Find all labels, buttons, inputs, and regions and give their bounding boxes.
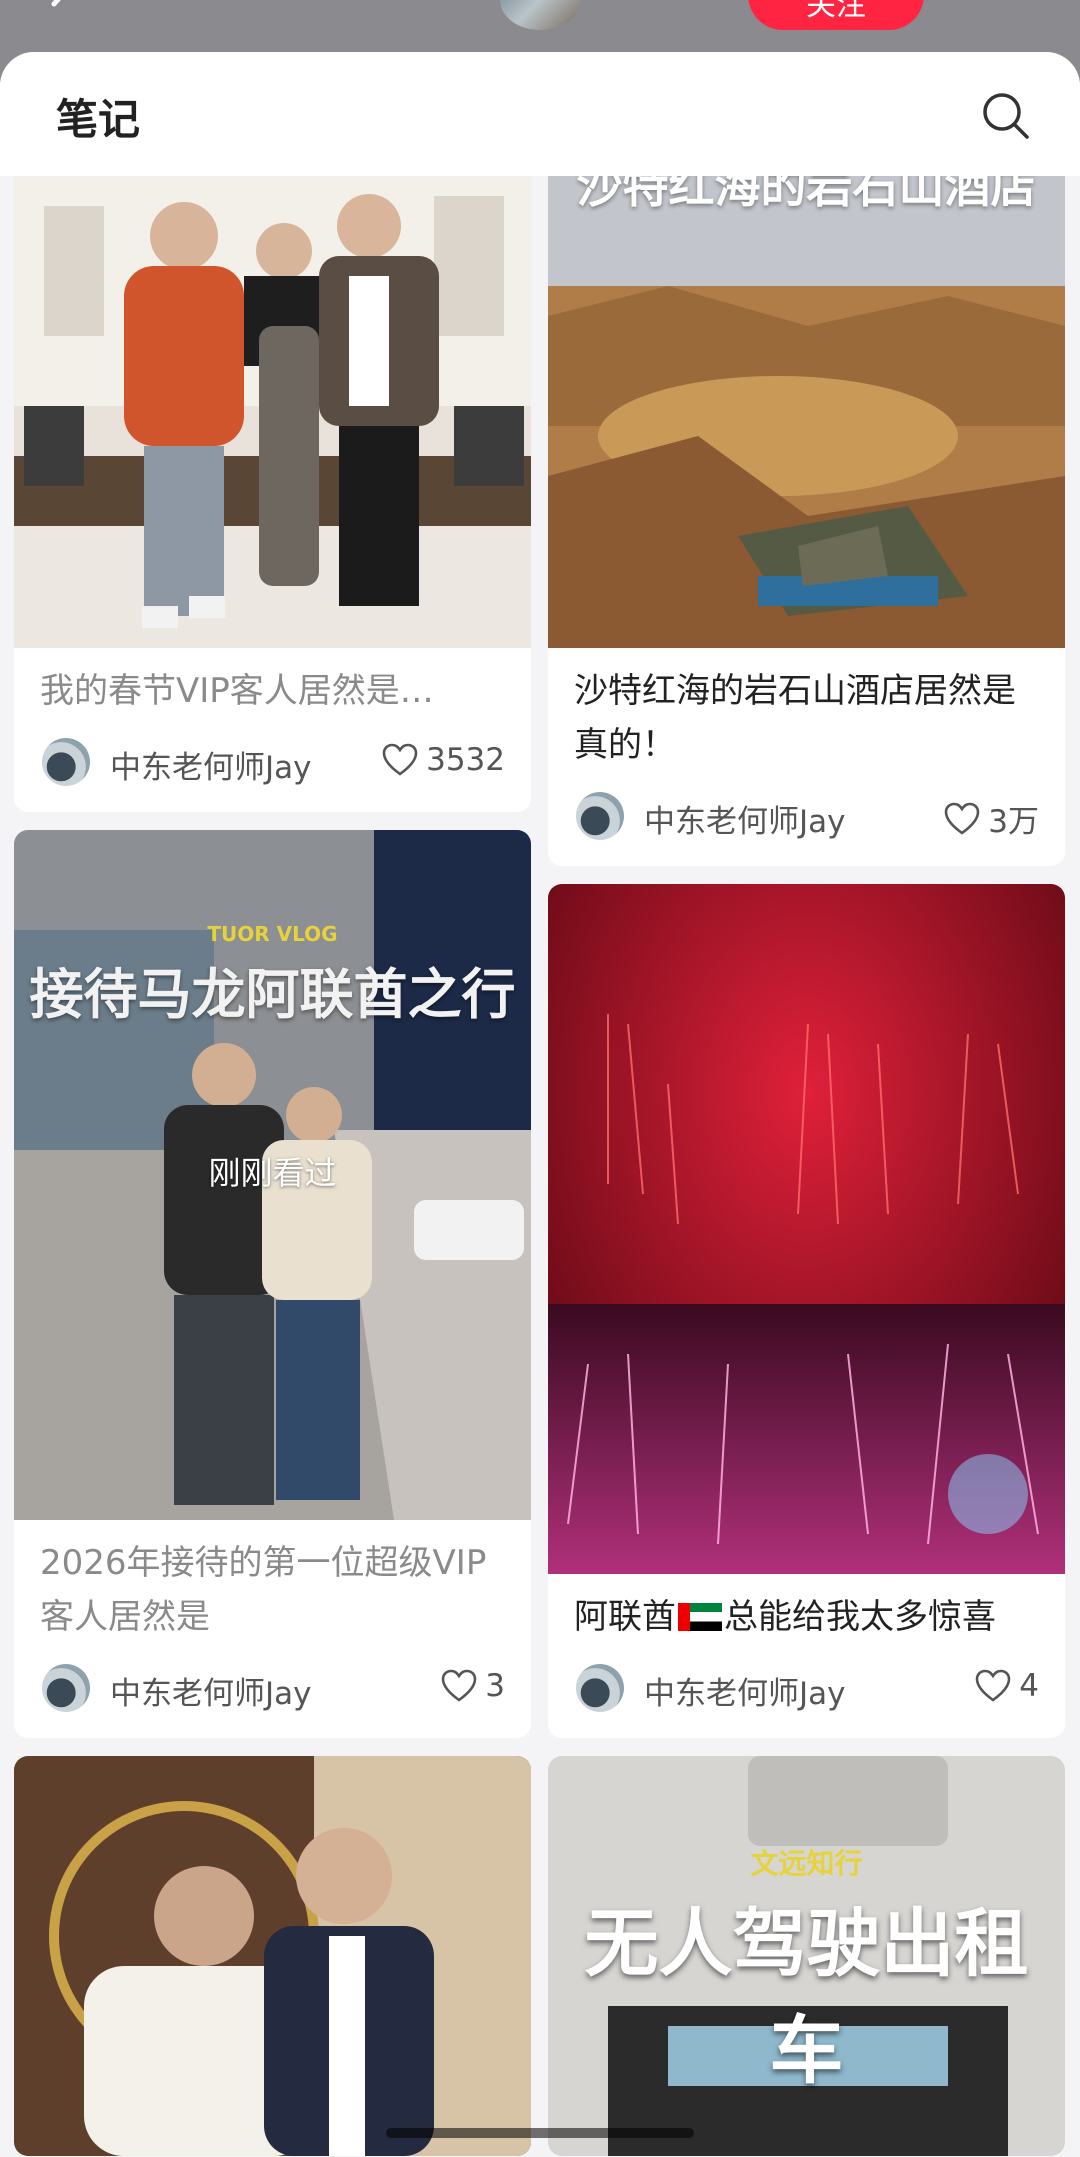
cover-text: 无人驾驶出租车 — [584, 1901, 1029, 2094]
note-title: 我的春节VIP客人居然是… — [40, 671, 434, 711]
notes-sheet: 笔记 我的春节VIP客人居然是… 中东老何师Jay 3532 TUOR VLOG… — [0, 52, 1080, 2157]
feed-column-left: 我的春节VIP客人居然是… 中东老何师Jay 3532 TUOR VLOG 接待… — [14, 176, 531, 2157]
uae-flag-icon — [678, 1603, 722, 1631]
cover-subtext: 文远知行 — [750, 1847, 863, 1880]
note-cover-image: 文远知行 无人驾驶出租车 — [548, 1756, 1065, 2156]
home-indicator[interactable] — [386, 2128, 694, 2138]
note-title: 2026年接待的第一位超级VIP客人居然是 — [40, 1543, 487, 1637]
photo-three-people-lobby — [14, 176, 531, 648]
photo-two-men-posing — [14, 1756, 531, 2156]
heart-icon — [944, 802, 980, 835]
author-name[interactable]: 中东老何师Jay — [644, 1668, 845, 1713]
cover-text: 沙特红海的岩石山酒店 — [576, 176, 1037, 213]
author-name[interactable]: 中东老何师Jay — [110, 742, 311, 787]
author-avatar[interactable] — [576, 1664, 624, 1712]
follow-button[interactable]: 关注 — [748, 0, 924, 30]
photo-rock-hotel — [548, 176, 1065, 648]
note-cover-image: TUOR VLOG 接待马龙阿联酋之行 刚刚看过 — [14, 830, 531, 1520]
heart-icon — [382, 743, 418, 776]
like-count: 3万 — [988, 804, 1039, 840]
like-button[interactable]: 3 — [441, 1668, 505, 1704]
note-card[interactable] — [14, 1756, 531, 2156]
author-avatar[interactable] — [42, 1664, 90, 1712]
note-meta: 中东老何师Jay 3 — [14, 1644, 531, 1738]
author-name[interactable]: 中东老何师Jay — [644, 796, 845, 841]
note-card[interactable]: 文远知行 无人驾驶出租车 — [548, 1756, 1065, 2156]
note-cover-image — [548, 884, 1065, 1574]
note-title: 沙特红海的岩石山酒店居然是真的！ — [574, 671, 1016, 765]
heart-icon — [441, 1669, 477, 1702]
note-title: 阿联酋 总能给我太多惊喜 — [574, 1597, 996, 1637]
cover-text: 接待马龙阿联酋之行 — [29, 963, 516, 1026]
sheet-title: 笔记 — [56, 95, 141, 144]
profile-avatar[interactable] — [500, 0, 580, 30]
like-button[interactable]: 4 — [975, 1668, 1039, 1704]
search-icon[interactable] — [980, 90, 1032, 142]
like-count: 3 — [485, 1668, 505, 1704]
feed-column-right: 沙特红海的岩石山酒店 沙特红海的岩石山酒店居然是真的！ 中东老何师Jay 3万 — [548, 176, 1065, 2157]
note-card[interactable]: 沙特红海的岩石山酒店 沙特红海的岩石山酒店居然是真的！ 中东老何师Jay 3万 — [548, 176, 1065, 866]
back-icon[interactable] — [40, 0, 88, 28]
like-count: 3532 — [426, 742, 505, 778]
author-name[interactable]: 中东老何师Jay — [110, 1668, 311, 1713]
like-button[interactable]: 3万 — [944, 796, 1039, 841]
photo-fireworks — [548, 884, 1065, 1574]
heart-icon — [975, 1669, 1011, 1702]
note-card[interactable]: 阿联酋 总能给我太多惊喜 中东老何师Jay 4 — [548, 884, 1065, 1738]
sheet-header: 笔记 — [0, 52, 1080, 176]
note-cover-image — [14, 176, 531, 648]
cover-subtext: TUOR VLOG — [207, 922, 338, 946]
like-button[interactable]: 3532 — [382, 742, 505, 778]
note-cover-image — [14, 1756, 531, 2156]
note-meta: 中东老何师Jay 3万 — [548, 772, 1065, 866]
note-meta: 中东老何师Jay 4 — [548, 1644, 1065, 1738]
note-cover-image: 沙特红海的岩石山酒店 — [548, 176, 1065, 648]
note-card[interactable]: TUOR VLOG 接待马龙阿联酋之行 刚刚看过 2026年接待的第一位超级VI… — [14, 830, 531, 1738]
recently-viewed-tag: 刚刚看过 — [208, 1154, 337, 1192]
like-count: 4 — [1019, 1668, 1039, 1704]
note-card[interactable]: 我的春节VIP客人居然是… 中东老何师Jay 3532 — [14, 176, 531, 812]
author-avatar[interactable] — [42, 738, 90, 786]
author-avatar[interactable] — [576, 792, 624, 840]
note-meta: 中东老何师Jay 3532 — [14, 718, 531, 812]
